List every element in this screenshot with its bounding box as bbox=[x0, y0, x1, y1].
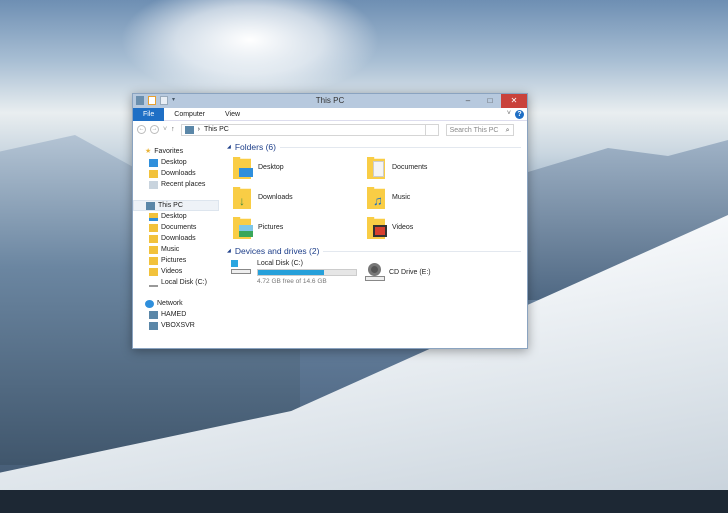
sidebar-item-fav-desktop[interactable]: Desktop bbox=[133, 157, 221, 168]
back-button[interactable]: ← bbox=[137, 125, 146, 134]
sidebar-item-music[interactable]: Music bbox=[133, 244, 221, 255]
breadcrumb-separator-icon: › bbox=[197, 126, 200, 133]
computer-icon bbox=[149, 310, 158, 319]
videos-folder-icon bbox=[365, 215, 389, 239]
desktop-folder-icon bbox=[149, 212, 158, 221]
close-button[interactable]: ✕ bbox=[501, 94, 527, 108]
drive-name: Local Disk (C:) bbox=[257, 260, 303, 267]
file-explorer-window: ▾ This PC – □ ✕ File Computer View ˅ ? ←… bbox=[132, 93, 528, 349]
sidebar-item-downloads[interactable]: Downloads bbox=[133, 233, 221, 244]
folder-desktop[interactable]: Desktop bbox=[231, 154, 365, 180]
sidebar-item-network[interactable]: Network bbox=[133, 298, 221, 309]
sidebar-item-documents[interactable]: Documents bbox=[133, 222, 221, 233]
sidebar-item-this-pc[interactable]: This PC bbox=[133, 200, 219, 211]
sidebar-item-pictures[interactable]: Pictures bbox=[133, 255, 221, 266]
up-button[interactable]: ↑ bbox=[171, 126, 175, 133]
ribbon-tabs: File Computer View ˅ ? bbox=[133, 107, 527, 121]
refresh-button[interactable] bbox=[424, 123, 439, 136]
background-sky bbox=[120, 0, 380, 100]
folder-videos[interactable]: Videos bbox=[365, 214, 499, 240]
sidebar-item-fav-downloads[interactable]: Downloads bbox=[133, 168, 221, 179]
drive-cd-e[interactable]: CD Drive (E:) bbox=[365, 260, 499, 285]
drive-usage-bar bbox=[257, 269, 357, 276]
breadcrumb-this-pc[interactable]: This PC bbox=[204, 126, 229, 133]
tab-file[interactable]: File bbox=[133, 107, 165, 121]
computer-icon bbox=[184, 125, 194, 134]
recent-places-icon bbox=[149, 180, 158, 189]
sidebar-item-recent-places[interactable]: Recent places bbox=[133, 179, 221, 190]
sidebar-item-local-disk[interactable]: Local Disk (C:) bbox=[133, 277, 221, 288]
pictures-folder-icon bbox=[149, 256, 158, 265]
address-bar[interactable]: › This PC bbox=[180, 123, 426, 136]
documents-folder-icon bbox=[149, 223, 158, 232]
videos-folder-icon bbox=[149, 267, 158, 276]
help-icon[interactable]: ? bbox=[515, 110, 524, 119]
music-folder-icon bbox=[149, 245, 158, 254]
address-toolbar: ← → ˅ ↑ › This PC Search This PC ⌕ bbox=[133, 121, 527, 138]
downloads-icon bbox=[149, 169, 158, 178]
recent-locations-icon[interactable]: ˅ bbox=[163, 126, 167, 133]
forward-button[interactable]: → bbox=[150, 125, 159, 134]
downloads-folder-icon: ↓ bbox=[231, 185, 255, 209]
navigation-pane: ★ Favorites Desktop Downloads Recent plac… bbox=[133, 138, 221, 348]
tab-computer[interactable]: Computer bbox=[164, 108, 215, 121]
windows-drive-icon bbox=[231, 260, 253, 278]
pictures-folder-icon bbox=[231, 215, 255, 239]
computer-icon bbox=[146, 201, 155, 210]
expand-ribbon-icon[interactable]: ˅ bbox=[507, 110, 511, 117]
title-bar[interactable]: ▾ This PC – □ ✕ bbox=[133, 94, 527, 108]
star-icon: ★ bbox=[145, 148, 152, 155]
drive-name: CD Drive (E:) bbox=[389, 269, 431, 276]
sidebar-item-desktop[interactable]: Desktop bbox=[133, 211, 221, 222]
folder-documents[interactable]: Documents bbox=[365, 154, 499, 180]
collapse-icon[interactable]: ◢ bbox=[227, 144, 231, 150]
computer-icon bbox=[149, 321, 158, 330]
sidebar-item-videos[interactable]: Videos bbox=[133, 266, 221, 277]
sidebar-item-hamed[interactable]: HAMED bbox=[133, 309, 221, 320]
folder-downloads[interactable]: ↓ Downloads bbox=[231, 184, 365, 210]
drive-usage-fill bbox=[258, 270, 325, 275]
cd-drive-icon bbox=[365, 262, 385, 283]
minimize-button[interactable]: – bbox=[457, 94, 479, 108]
downloads-folder-icon bbox=[149, 234, 158, 243]
collapse-icon[interactable]: ◢ bbox=[227, 248, 231, 254]
taskbar bbox=[0, 490, 728, 513]
maximize-button[interactable]: □ bbox=[479, 94, 501, 108]
search-icon[interactable]: ⌕ bbox=[506, 125, 510, 136]
sidebar-item-favorites[interactable]: ★ Favorites bbox=[133, 146, 221, 157]
desktop-icon bbox=[149, 158, 158, 167]
tab-view[interactable]: View bbox=[215, 108, 250, 121]
desktop-folder-icon bbox=[231, 155, 255, 179]
music-folder-icon: ♫ bbox=[365, 185, 389, 209]
folder-pictures[interactable]: Pictures bbox=[231, 214, 365, 240]
search-input[interactable]: Search This PC ⌕ bbox=[445, 123, 514, 136]
folder-music[interactable]: ♫ Music bbox=[365, 184, 499, 210]
drive-icon bbox=[149, 279, 158, 287]
drive-free-space: 4.72 GB free of 14.6 GB bbox=[257, 278, 327, 285]
documents-folder-icon bbox=[365, 155, 389, 179]
network-icon bbox=[145, 299, 154, 308]
search-placeholder: Search This PC bbox=[449, 126, 499, 134]
devices-group-header[interactable]: ◢ Devices and drives (2) bbox=[227, 246, 521, 256]
content-pane: ◢ Folders (6) Desktop Documents ↓ Download… bbox=[221, 138, 527, 348]
folders-group-header[interactable]: ◢ Folders (6) bbox=[227, 142, 521, 152]
drive-local-disk-c[interactable]: Local Disk (C:) 4.72 GB free of 14.6 GB bbox=[231, 260, 365, 285]
sidebar-item-vboxsvr[interactable]: VBOXSVR bbox=[133, 320, 221, 331]
